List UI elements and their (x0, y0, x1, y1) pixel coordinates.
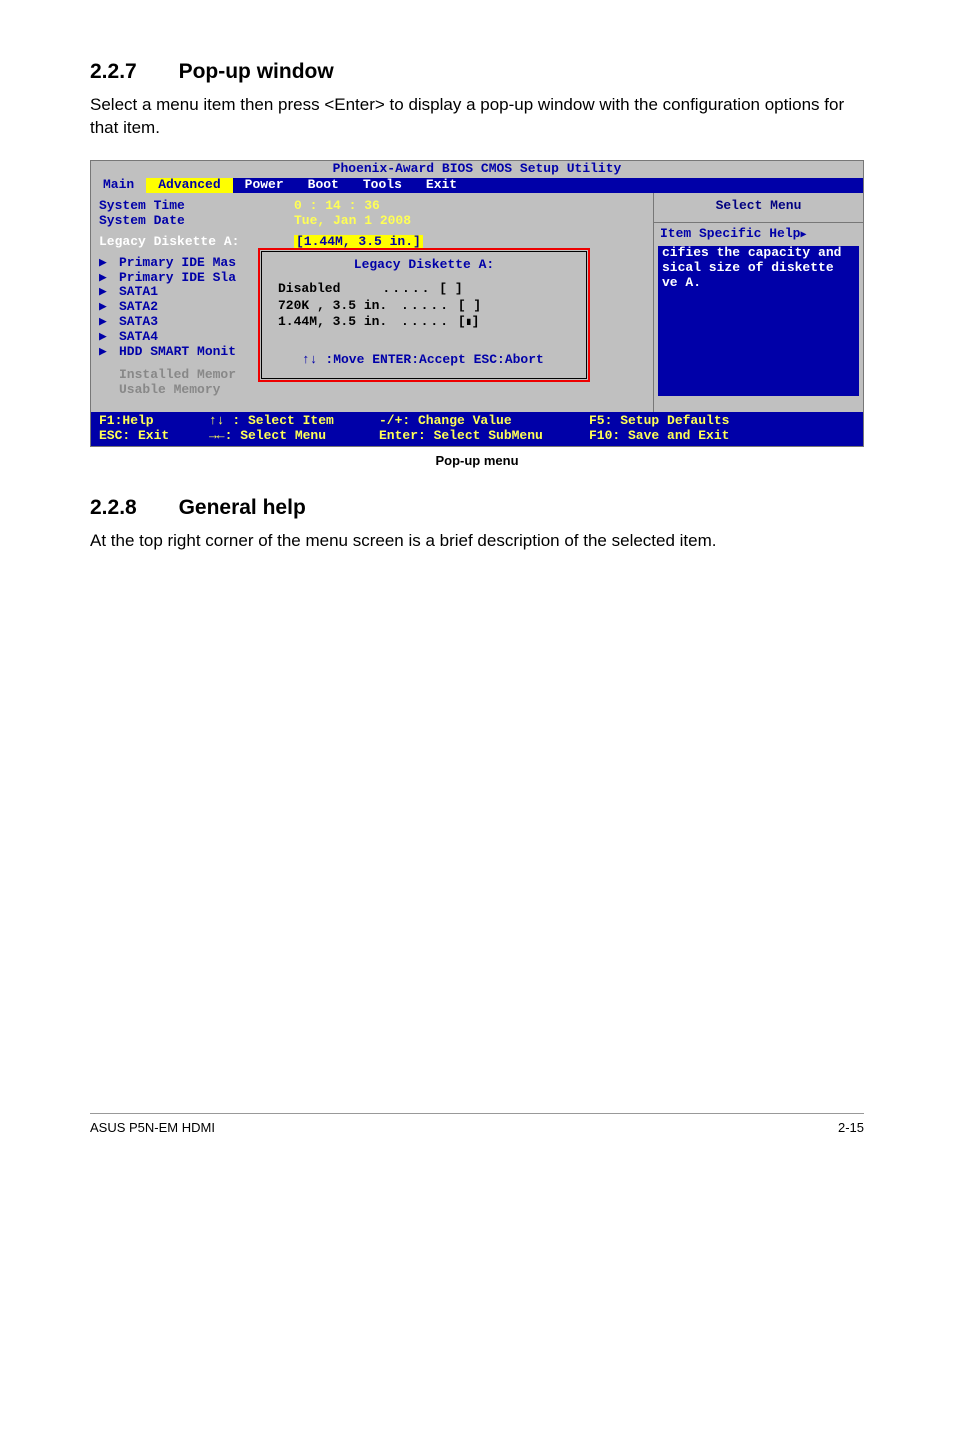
figure-caption: Pop-up menu (90, 453, 864, 468)
chevron-right-icon: ▶ (99, 285, 115, 300)
help-pane-title: Select Menu (654, 193, 863, 220)
submenu-sata2[interactable]: SATA2 (119, 299, 158, 314)
popup-title: Legacy Diskette A: (272, 258, 576, 273)
key-f1-help: F1:Help (99, 414, 209, 429)
chevron-right-icon: ▶ (99, 345, 115, 360)
submenu-sata3[interactable]: SATA3 (119, 314, 158, 329)
key-f10-save: F10: Save and Exit (589, 429, 729, 444)
usable-memory-label: Usable Memory (119, 383, 645, 398)
bios-screenshot: Phoenix-Award BIOS CMOS Setup Utility Ma… (90, 160, 864, 447)
chevron-right-icon: ▶ (99, 271, 115, 286)
submenu-primary-ide-master[interactable]: Primary IDE Mas (119, 255, 236, 270)
bios-utility-title: Phoenix-Award BIOS CMOS Setup Utility (91, 161, 863, 178)
tab-tools[interactable]: Tools (351, 178, 414, 193)
section-title: Pop-up window (179, 60, 334, 83)
section-number: 2.2.7 (90, 60, 137, 84)
tab-advanced[interactable]: Advanced (146, 178, 232, 193)
legacy-diskette-label[interactable]: Legacy Diskette A: (99, 235, 294, 250)
key-change-value: -/+: Change Value (379, 414, 589, 429)
chevron-right-icon: ▶ (99, 315, 115, 330)
section-heading: 2.2.8 General help (90, 496, 864, 520)
bios-help-pane: Select Menu Item Specific Help▶ cifies t… (653, 193, 863, 412)
key-f5-defaults: F5: Setup Defaults (589, 414, 729, 429)
tab-main[interactable]: Main (91, 178, 146, 193)
bios-left-pane: System Time 0 : 14 : 36 System Date Tue,… (91, 193, 653, 412)
section-body: At the top right corner of the menu scre… (90, 530, 864, 553)
item-specific-help-header: Item Specific Help▶ (654, 227, 863, 242)
page-footer: ASUS P5N-EM HDMI 2-15 (90, 1113, 864, 1135)
system-date-label: System Date (99, 214, 294, 229)
chevron-right-icon: ▶ (99, 256, 115, 271)
key-select-item: ↑↓ : Select Item (209, 414, 379, 429)
key-select-submenu: Enter: Select SubMenu (379, 429, 589, 444)
footer-page-number: 2-15 (838, 1120, 864, 1135)
submenu-primary-ide-slave[interactable]: Primary IDE Sla (119, 270, 236, 285)
key-esc-exit: ESC: Exit (99, 429, 209, 444)
key-select-menu: →←: Select Menu (209, 429, 379, 444)
chevron-right-icon: ▶ (99, 330, 115, 345)
submenu-sata1[interactable]: SATA1 (119, 284, 158, 299)
popup-window: Legacy Diskette A: Disabled..... [ ] 720… (259, 249, 589, 382)
system-time-value[interactable]: 0 : 14 : 36 (294, 199, 380, 214)
popup-option-disabled[interactable]: Disabled..... [ ] (278, 281, 576, 298)
tab-boot[interactable]: Boot (296, 178, 351, 193)
triangle-right-icon: ▶ (800, 230, 806, 241)
legacy-diskette-value[interactable]: [1.44M, 3.5 in.] (294, 235, 423, 250)
system-date-value[interactable]: Tue, Jan 1 2008 (294, 214, 411, 229)
tab-exit[interactable]: Exit (414, 178, 469, 193)
bios-menubar: Main Advanced Power Boot Tools Exit (91, 178, 863, 193)
section-number: 2.2.8 (90, 496, 137, 520)
section-heading: 2.2.7 Pop-up window (90, 60, 864, 84)
section-body: Select a menu item then press <Enter> to… (90, 94, 864, 140)
popup-option-720k[interactable]: 720K , 3.5 in. ..... [ ] (278, 298, 576, 315)
chevron-right-icon: ▶ (99, 300, 115, 315)
submenu-sata4[interactable]: SATA4 (119, 329, 158, 344)
popup-option-144m[interactable]: 1.44M, 3.5 in. ..... [∎] (278, 314, 576, 331)
submenu-hdd-smart[interactable]: HDD SMART Monit (119, 344, 236, 359)
bios-key-legend: F1:Help ESC: Exit ↑↓ : Select Item →←: S… (91, 412, 863, 446)
section-title: General help (179, 496, 306, 519)
system-time-label: System Time (99, 199, 294, 214)
popup-nav-hints: ↑↓ :Move ENTER:Accept ESC:Abort (302, 353, 576, 368)
tab-power[interactable]: Power (233, 178, 296, 193)
item-specific-help-body: cifies the capacity and sical size of di… (658, 246, 859, 396)
footer-product: ASUS P5N-EM HDMI (90, 1120, 215, 1135)
